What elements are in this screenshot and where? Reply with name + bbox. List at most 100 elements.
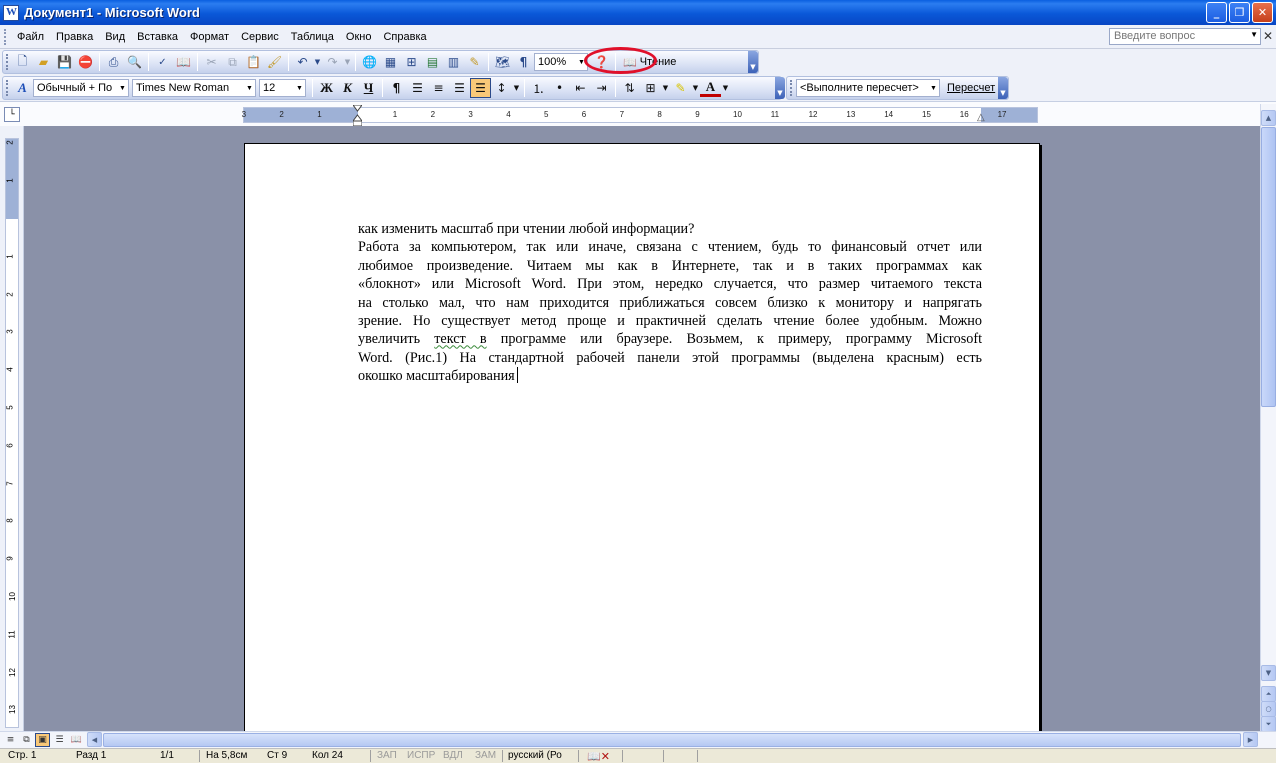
left-indent-marker[interactable] [353, 105, 362, 127]
status-track-changes[interactable]: ИСПР [407, 750, 435, 761]
document-close-icon[interactable]: ✕ [1263, 29, 1273, 43]
menu-insert[interactable]: Вставка [131, 31, 184, 43]
font-combo[interactable]: Times New Roman ▼ [132, 79, 256, 97]
grammar-squiggle[interactable]: текст в [434, 331, 486, 347]
paste-icon[interactable]: 📋 [243, 52, 264, 72]
word-app-icon[interactable] [3, 4, 19, 21]
maximize-button[interactable]: ❐ [1229, 2, 1250, 23]
menu-view[interactable]: Вид [99, 31, 131, 43]
menu-grip[interactable] [4, 28, 7, 45]
document-body[interactable]: как изменить масштаб при чтении любой ин… [358, 220, 982, 386]
right-indent-marker[interactable]: △ [977, 112, 985, 123]
font-size-combo[interactable]: 12 ▼ [259, 79, 306, 97]
tab-selector[interactable]: └ [4, 107, 20, 122]
styles-formatting-icon[interactable]: A [12, 78, 33, 98]
font-size-dropdown-icon[interactable]: ▼ [294, 80, 305, 96]
align-left-icon[interactable]: ☰ [407, 78, 428, 98]
tables-borders-icon[interactable]: ▦ [380, 52, 401, 72]
align-center-icon[interactable]: ≡ [428, 78, 449, 98]
print-preview-icon[interactable]: 🔍 [124, 52, 145, 72]
bold-button[interactable]: Ж [316, 78, 337, 98]
next-page-icon[interactable]: ⏷ [1261, 716, 1276, 732]
horizontal-scroll-thumb[interactable] [103, 733, 1241, 747]
web-layout-icon[interactable]: ⧉ [19, 733, 34, 747]
menu-window[interactable]: Окно [340, 31, 378, 43]
reading-view-icon[interactable]: 📖 [69, 733, 84, 747]
redo-dropdown-icon[interactable]: ▼ [343, 52, 352, 72]
decrease-indent-icon[interactable]: ⇤ [570, 78, 591, 98]
status-overtype[interactable]: ЗАМ [475, 750, 496, 761]
new-icon[interactable]: 🗋 [12, 52, 33, 72]
menu-help[interactable]: Справка [377, 31, 432, 43]
insert-table-icon[interactable]: ⊞ [401, 52, 422, 72]
close-button[interactable]: ✕ [1252, 2, 1273, 23]
horizontal-ruler[interactable]: 3 2 1 1 2 3 4 5 6 7 8 9 10 11 12 13 14 15 16 17 △ [242, 105, 1038, 127]
spelling-status-icon[interactable]: 📖✕ [587, 750, 610, 763]
recalc-dropdown-icon[interactable]: ▼ [928, 80, 939, 96]
previous-page-icon[interactable]: ⏶ [1261, 686, 1276, 702]
scroll-right-icon[interactable]: ▶ [1243, 732, 1258, 747]
help-question-input[interactable]: Введите вопрос ▼ [1109, 28, 1261, 45]
open-icon[interactable]: ▰ [33, 52, 54, 72]
status-language[interactable]: русский (Ро [508, 750, 562, 761]
recalc-button[interactable]: Пересчет [943, 82, 999, 94]
text-direction-icon[interactable]: ¶ [386, 78, 407, 98]
vertical-scrollbar[interactable]: ▲ ▼ ⏶ ○ ⏷ [1260, 104, 1276, 732]
style-combo[interactable]: Обычный + По ▼ [33, 79, 129, 97]
help-dropdown-icon[interactable]: ▼ [1250, 30, 1258, 39]
borders-icon[interactable]: ⊞ [640, 78, 661, 98]
numbering-icon[interactable]: ⒈ [528, 78, 549, 98]
menu-edit[interactable]: Правка [50, 31, 99, 43]
print-layout-icon[interactable]: ▣ [35, 733, 50, 747]
vertical-scroll-thumb[interactable] [1261, 127, 1276, 407]
browse-object-icon[interactable]: ○ [1261, 701, 1276, 717]
hyperlink-icon[interactable]: 🌐 [359, 52, 380, 72]
scroll-down-icon[interactable]: ▼ [1261, 665, 1276, 681]
toolbar-options-icon[interactable]: ▼ [998, 77, 1008, 99]
drawing-icon[interactable]: ✎ [464, 52, 485, 72]
italic-button[interactable]: К [337, 78, 358, 98]
spelling-icon[interactable]: ✓ [152, 52, 173, 72]
scroll-up-icon[interactable]: ▲ [1261, 110, 1276, 126]
highlight-icon[interactable]: ✎ [670, 78, 691, 98]
status-extend[interactable]: ВДЛ [443, 750, 463, 761]
align-right-icon[interactable]: ☰ [449, 78, 470, 98]
scroll-left-icon[interactable]: ◀ [87, 732, 102, 747]
document-map-icon[interactable]: 🗺 [492, 52, 513, 72]
toolbar-grip[interactable] [6, 54, 9, 70]
undo-icon[interactable]: ↶ [292, 52, 313, 72]
toolbar-options-icon[interactable]: ▼ [775, 77, 785, 99]
research-icon[interactable]: 📖 [173, 52, 194, 72]
toolbar-options-icon[interactable]: ▼ [748, 51, 758, 73]
font-color-dropdown-icon[interactable]: ▼ [721, 78, 730, 98]
save-icon[interactable]: 💾 [54, 52, 75, 72]
font-dropdown-icon[interactable]: ▼ [244, 80, 255, 96]
toolbar-grip[interactable] [6, 80, 9, 96]
increase-indent-icon[interactable]: ⇥ [591, 78, 612, 98]
columns-icon[interactable]: ▥ [443, 52, 464, 72]
menu-table[interactable]: Таблица [285, 31, 340, 43]
minimize-button[interactable]: _ [1206, 2, 1227, 23]
recalc-combo[interactable]: <Выполните пересчет> ▼ [796, 79, 940, 97]
outline-view-icon[interactable]: ☰ [52, 733, 67, 747]
cut-icon[interactable]: ✂ [201, 52, 222, 72]
menu-file[interactable]: Файл [11, 31, 50, 43]
menu-format[interactable]: Формат [184, 31, 235, 43]
line-spacing-icon[interactable]: ↕ [491, 78, 512, 98]
style-dropdown-icon[interactable]: ▼ [117, 80, 128, 96]
format-painter-icon[interactable]: 🖌 [264, 52, 285, 72]
bullets-icon[interactable]: • [549, 78, 570, 98]
sort-icon[interactable]: ⇅ [619, 78, 640, 98]
underline-button[interactable]: Ч [358, 78, 379, 98]
borders-dropdown-icon[interactable]: ▼ [661, 78, 670, 98]
font-color-icon[interactable]: A [700, 79, 721, 97]
status-record[interactable]: ЗАП [377, 750, 397, 761]
toolbar-grip[interactable] [790, 80, 793, 96]
menu-tools[interactable]: Сервис [235, 31, 285, 43]
copy-icon[interactable]: ⧉ [222, 52, 243, 72]
redo-icon[interactable]: ↷ [322, 52, 343, 72]
permission-icon[interactable]: ⛔ [75, 52, 96, 72]
justify-icon[interactable]: ☰ [470, 78, 491, 98]
show-hide-icon[interactable]: ¶ [513, 52, 534, 72]
normal-view-icon[interactable]: ≡ [3, 733, 18, 747]
